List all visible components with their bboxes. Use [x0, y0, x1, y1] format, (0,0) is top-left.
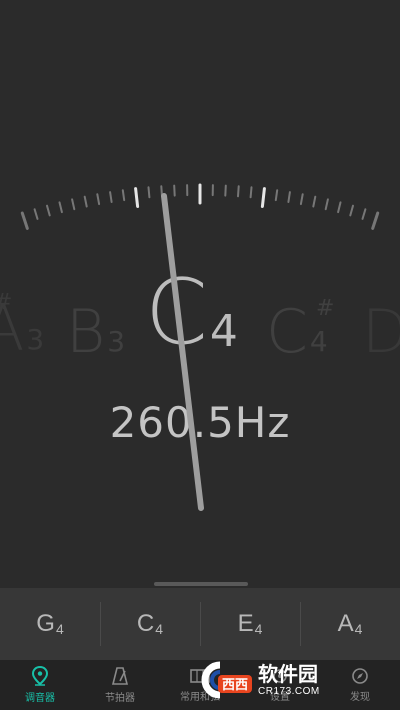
tab-label: 节拍器 [105, 693, 135, 704]
string-letter: A [337, 610, 354, 637]
metronome-icon [111, 667, 129, 685]
string-button-e4[interactable]: E4 [200, 588, 300, 660]
string-letter: E [237, 610, 254, 637]
string-octave: 4 [155, 621, 164, 637]
string-letter: G [36, 610, 55, 637]
string-octave: 4 [254, 621, 263, 637]
watermark: 西西 软件园 CR173.COM [198, 658, 384, 702]
tuning-needle [161, 193, 204, 511]
tab-metronome[interactable]: 节拍器 [80, 660, 160, 710]
watermark-logo-graphic: 西西 [201, 661, 252, 699]
watermark-logo: 西西 [198, 661, 254, 699]
string-octave: 4 [354, 621, 363, 637]
watermark-url: CR173.COM [258, 685, 320, 697]
drawer-handle[interactable] [154, 582, 248, 586]
string-selector: G4 C4 E4 A4 [0, 588, 400, 660]
string-button-c4[interactable]: C4 [100, 588, 200, 660]
string-letter: C [136, 610, 155, 637]
watermark-title: 软件园 [258, 661, 318, 686]
string-octave: 4 [55, 621, 64, 637]
string-button-g4[interactable]: G4 [0, 588, 100, 660]
string-button-a4[interactable]: A4 [300, 588, 400, 660]
watermark-logo-text: 西西 [222, 678, 248, 693]
tab-tuner[interactable]: 调音器 [0, 660, 80, 710]
tab-label: 调音器 [25, 693, 55, 704]
location-pin-icon [31, 666, 49, 686]
